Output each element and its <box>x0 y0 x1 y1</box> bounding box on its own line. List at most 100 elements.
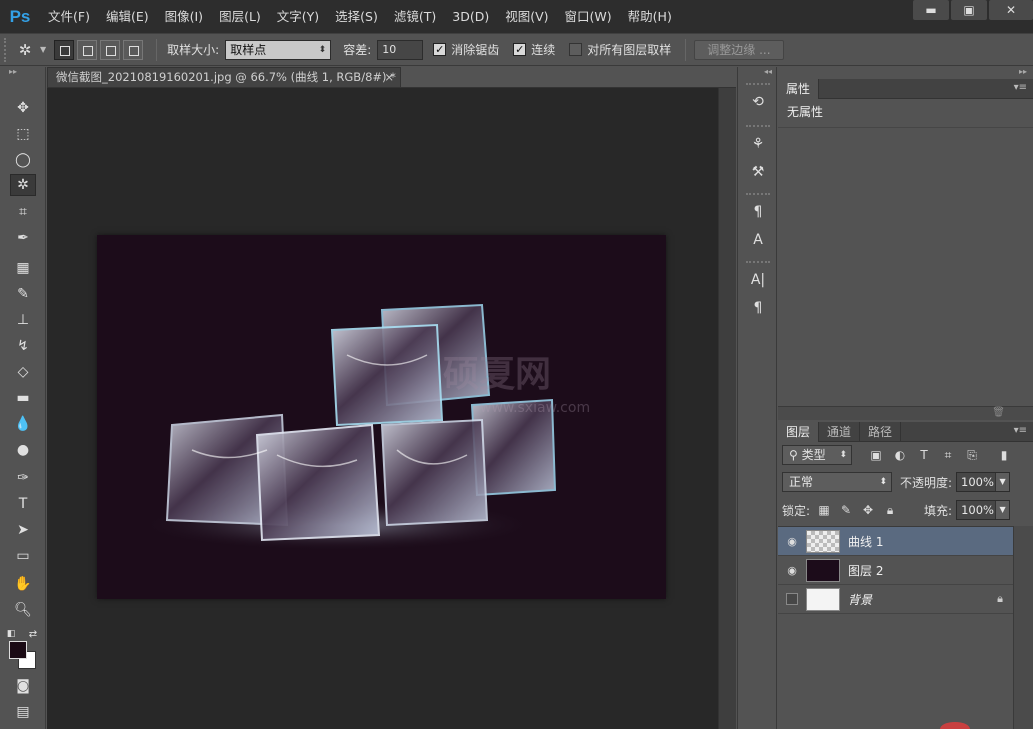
tab-layers[interactable]: 图层 <box>778 422 820 442</box>
pixel-layer-filter-icon[interactable]: ▣ <box>866 446 886 464</box>
clone-stamp-tool-icon[interactable]: ⊥ <box>10 309 36 331</box>
strip-grip <box>746 193 770 195</box>
subtract-selection-mode-button[interactable] <box>100 39 121 60</box>
lasso-tool-icon[interactable]: ◯ <box>10 149 36 171</box>
adjustment-layer-filter-icon[interactable]: ◐ <box>890 446 910 464</box>
refine-edge-button[interactable]: 调整边缘 ... <box>694 39 784 60</box>
paragraph-panel-icon[interactable]: ¶ <box>746 297 770 319</box>
add-selection-mode-button[interactable] <box>77 39 98 60</box>
lock-pixels-icon[interactable]: ✎ <box>836 501 856 519</box>
tool-presets-icon[interactable]: ⚒ <box>746 161 770 183</box>
panel-menu-icon[interactable]: ▾≡ <box>1014 82 1027 93</box>
lock-position-icon[interactable]: ✥ <box>858 501 878 519</box>
minimize-button[interactable]: ▬ <box>913 0 949 20</box>
intersect-selection-mode-button[interactable] <box>123 39 144 60</box>
lock-all-icon[interactable]: 🔒︎ <box>880 501 900 519</box>
trash-icon[interactable]: 🗑︎ <box>992 407 1005 418</box>
menu-window[interactable]: 窗口(W) <box>557 0 620 33</box>
layer-row[interactable]: 背景 🔒︎ <box>778 585 1013 614</box>
panel-collapse-icon[interactable]: ▸▸ <box>0 67 45 79</box>
magic-wand-tool-preset-icon[interactable]: ✲ <box>10 38 40 62</box>
dodge-tool-icon[interactable]: ● <box>10 439 36 461</box>
visibility-toggle-off[interactable] <box>786 593 798 605</box>
brush-presets-icon[interactable]: ⚘ <box>746 133 770 155</box>
tab-channels[interactable]: 通道 <box>819 422 861 442</box>
eyedropper-tool-icon[interactable]: ✒ <box>10 227 36 249</box>
sample-all-layers-checkbox[interactable] <box>569 43 583 56</box>
strip-grip <box>746 83 770 85</box>
antialias-checkbox[interactable]: ✓ <box>433 43 447 56</box>
close-document-icon[interactable]: × <box>384 68 394 87</box>
blur-tool-icon[interactable]: 💧 <box>10 413 36 435</box>
zoom-tool-icon[interactable]: 🔍︎ <box>10 599 36 621</box>
menu-edit[interactable]: 编辑(E) <box>98 0 157 33</box>
path-selection-tool-icon[interactable]: ➤ <box>10 519 36 541</box>
lock-transparency-icon[interactable]: ▦ <box>814 501 834 519</box>
pen-tool-icon[interactable]: ✑ <box>10 467 36 489</box>
maximize-button[interactable]: ▣ <box>951 0 987 20</box>
hand-tool-icon[interactable]: ✋ <box>10 573 36 595</box>
eye-icon[interactable]: ◉ <box>778 535 806 548</box>
gradient-tool-icon[interactable]: ▬ <box>10 387 36 409</box>
eye-icon[interactable]: ◉ <box>778 564 806 577</box>
quick-mask-icon[interactable]: ◙ <box>10 675 36 697</box>
fill-input[interactable]: 100% ▼ <box>956 500 1011 520</box>
canvas-vertical-scrollbar[interactable] <box>718 88 736 729</box>
smart-object-filter-icon[interactable]: ⎘ <box>962 446 982 464</box>
layer-filter-select[interactable]: ⚲ 类型 ⬍ <box>782 445 852 465</box>
panel-menu-icon[interactable]: ▾≡ <box>1014 425 1027 436</box>
chevron-down-icon[interactable]: ▼ <box>995 501 1010 519</box>
panel-collapse-icon[interactable]: ◂◂ <box>738 67 776 79</box>
sample-size-select[interactable]: 取样点 ⬍ <box>225 39 332 60</box>
menu-help[interactable]: 帮助(H) <box>620 0 680 33</box>
panel-collapse-icon[interactable]: ▸▸ <box>778 67 1033 79</box>
tab-properties[interactable]: 属性 <box>778 79 820 99</box>
character-styles-icon[interactable]: A <box>746 229 770 251</box>
chevron-down-icon[interactable]: ▼ <box>995 473 1010 491</box>
new-selection-mode-button[interactable] <box>54 39 75 60</box>
screen-mode-icon[interactable]: ▤ <box>10 701 36 723</box>
healing-brush-tool-icon[interactable]: ▦ <box>10 257 36 279</box>
document-image[interactable] <box>97 235 666 599</box>
layers-scrollbar[interactable] <box>1013 526 1033 729</box>
layer-row[interactable]: ◉ 曲线 1 <box>778 527 1013 556</box>
opacity-input[interactable]: 100% ▼ <box>956 472 1011 492</box>
menu-image[interactable]: 图像(I) <box>157 0 211 33</box>
fill-label: 填充: <box>924 503 953 518</box>
character-panel-icon[interactable]: A| <box>746 269 770 291</box>
watermark-url: www.sxiaw.com <box>480 400 591 416</box>
blend-mode-select[interactable]: 正常 ⬍ <box>782 472 892 492</box>
document-tab[interactable]: 微信截图_20210819160201.jpg @ 66.7% (曲线 1, R… <box>47 67 401 87</box>
type-tool-icon[interactable]: T <box>10 493 36 515</box>
magic-wand-tool-icon[interactable]: ✲ <box>10 174 36 196</box>
tab-paths[interactable]: 路径 <box>860 422 902 442</box>
tool-preset-caret-icon[interactable]: ▼ <box>40 45 46 54</box>
move-tool-icon[interactable]: ✥ <box>10 97 36 119</box>
type-layer-filter-icon[interactable]: T <box>914 446 934 464</box>
brush-tool-icon[interactable]: ✎ <box>10 283 36 305</box>
shape-tool-icon[interactable]: ▭ <box>10 545 36 567</box>
menu-type[interactable]: 文字(Y) <box>269 0 327 33</box>
menu-3d[interactable]: 3D(D) <box>444 0 497 33</box>
menu-select[interactable]: 选择(S) <box>327 0 386 33</box>
layer-row[interactable]: ◉ 图层 2 <box>778 556 1013 585</box>
blend-row: 正常 ⬍ 不透明度: 100% ▼ <box>782 471 1029 493</box>
swap-colors-icon[interactable]: ⇄ <box>26 623 40 645</box>
menu-file[interactable]: 文件(F) <box>40 0 98 33</box>
properties-panel-header: 属性 ▾≡ <box>778 79 1033 99</box>
crop-tool-icon[interactable]: ⌗ <box>10 201 36 223</box>
menu-layer[interactable]: 图层(L) <box>211 0 269 33</box>
foreground-color-swatch[interactable] <box>9 641 27 659</box>
tolerance-input[interactable]: 10 <box>377 39 424 60</box>
shape-layer-filter-icon[interactable]: ⌗ <box>938 446 958 464</box>
filter-toggle-icon[interactable]: ▮ <box>994 446 1014 464</box>
contiguous-checkbox[interactable]: ✓ <box>513 43 527 56</box>
marquee-tool-icon[interactable]: ⬚ <box>10 123 36 145</box>
menu-filter[interactable]: 滤镜(T) <box>386 0 444 33</box>
paragraph-styles-icon[interactable]: ¶ <box>746 201 770 223</box>
history-panel-icon[interactable]: ⟲ <box>746 91 770 113</box>
history-brush-tool-icon[interactable]: ↯ <box>10 335 36 357</box>
close-button[interactable]: ✕ <box>989 0 1033 20</box>
menu-view[interactable]: 视图(V) <box>497 0 556 33</box>
eraser-tool-icon[interactable]: ◇ <box>10 361 36 383</box>
